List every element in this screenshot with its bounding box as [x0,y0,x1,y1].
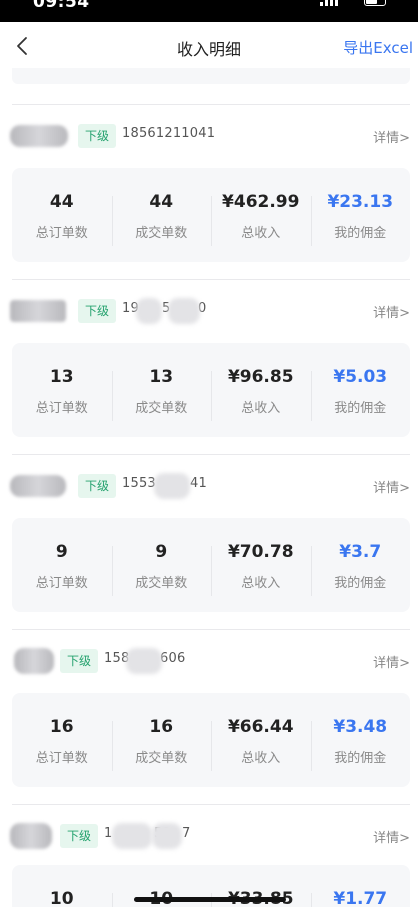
stat-my-commission: ¥3.7 我的佣金 [310,540,411,596]
stat-closed-orders: 16 成交单数 [111,715,212,771]
stat-total-orders: 10 [12,887,112,907]
income-record: 下级 1 52 7 详情> 10 10 ¥33.85 ¥1.77 [0,805,418,907]
detail-link[interactable]: 详情> [373,127,410,146]
stat-total-income: ¥66.44 总收入 [211,715,311,771]
my-commission-value: ¥23.13 [327,191,394,212]
my-commission-label: 我的佣金 [334,750,387,766]
phone-number-end: 606 [160,651,186,666]
status-time: 09:54 [33,0,90,12]
income-record: 下级 158 606 详情> 16 总订单数 16 成交单数 ¥66.44 总收入 ¥… [0,630,418,790]
signal-icon [320,0,338,6]
my-commission-label: 我的佣金 [334,575,387,591]
avatar [10,125,68,147]
phone-mask [136,298,162,324]
stat-my-commission: ¥3.48 我的佣金 [310,715,411,771]
total-income-value: ¥96.85 [227,366,294,387]
my-commission-label: 我的佣金 [334,225,387,241]
closed-orders-value: 16 [149,716,174,737]
phone-mask [152,823,182,849]
detail-link[interactable]: 详情> [373,477,410,496]
total-orders-value: 10 [49,889,74,907]
nav-bar: 收入明细 导出Excel [0,22,418,72]
closed-orders-value: 44 [149,191,174,212]
subordinate-tag: 下级 [60,824,99,848]
total-orders-value: 44 [49,191,74,212]
stat-total-income: ¥70.78 总收入 [211,540,311,596]
stat-closed-orders: 9 成交单数 [111,540,212,596]
stat-total-orders: 16 总订单数 [12,715,112,766]
home-indicator [134,897,286,902]
total-income-label: 总收入 [241,575,281,591]
total-orders-value: 9 [55,541,68,562]
total-orders-value: 16 [49,716,74,737]
subordinate-tag: 下级 [78,299,117,323]
avatar [10,475,66,497]
detail-link[interactable]: 详情> [373,827,410,846]
total-income-value: ¥66.44 [227,716,294,737]
back-arrow-icon[interactable] [12,35,34,57]
subordinate-tag: 下级 [78,124,117,148]
total-orders-value: 13 [49,366,74,387]
total-orders-label: 总订单数 [35,575,88,591]
my-commission-value: ¥5.03 [333,366,388,387]
phone-number-start: 1553 [122,476,156,491]
avatar [10,823,52,849]
total-orders-label: 总订单数 [35,400,88,416]
avatar [14,648,54,674]
stat-my-commission: ¥1.77 [310,887,411,907]
total-income-label: 总收入 [241,750,281,766]
avatar [10,300,66,322]
stat-total-orders: 13 总订单数 [12,365,112,416]
stats-card: 44 总订单数 44 成交单数 ¥462.99 总收入 ¥23.13 我的佣金 [12,168,410,262]
stat-total-income: ¥96.85 总收入 [211,365,311,421]
closed-orders-label: 成交单数 [135,575,188,591]
my-commission-value: ¥1.77 [333,889,388,907]
closed-orders-label: 成交单数 [135,225,188,241]
battery-icon [364,0,386,6]
total-income-label: 总收入 [241,225,281,241]
export-excel-button[interactable]: 导出Excel [343,37,413,58]
closed-orders-label: 成交单数 [135,750,188,766]
stat-total-income: ¥462.99 总收入 [211,190,311,246]
subordinate-tag: 下级 [78,474,117,498]
stats-card: 13 总订单数 13 成交单数 ¥96.85 总收入 ¥5.03 我的佣金 [12,343,410,437]
income-record: 下级 18561211041 详情> 44 总订单数 44 成交单数 ¥462.99… [0,105,418,265]
stat-closed-orders: 44 成交单数 [111,190,212,246]
detail-link[interactable]: 详情> [373,302,410,321]
phone-mask [112,823,152,849]
status-bar: 09:54 [0,0,418,22]
total-income-value: ¥70.78 [227,541,294,562]
closed-orders-label: 成交单数 [135,400,188,416]
stat-total-orders: 44 总订单数 [12,190,112,241]
income-record: 下级 1553 41 详情> 9 总订单数 9 成交单数 ¥70.78 总收入 ¥3.… [0,455,418,615]
stat-my-commission: ¥23.13 我的佣金 [310,190,411,246]
phone-mask [168,298,200,324]
my-commission-value: ¥3.7 [339,541,382,562]
stat-my-commission: ¥5.03 我的佣金 [310,365,411,421]
stats-card: 9 总订单数 9 成交单数 ¥70.78 总收入 ¥3.7 我的佣金 [12,518,410,612]
wifi-icon [344,0,358,5]
total-orders-label: 总订单数 [35,750,88,766]
my-commission-value: ¥3.48 [333,716,388,737]
status-icons [320,0,386,6]
stats-card: 16 总订单数 16 成交单数 ¥66.44 总收入 ¥3.48 我的佣金 [12,693,410,787]
subordinate-tag: 下级 [60,649,99,673]
closed-orders-value: 13 [149,366,174,387]
my-commission-label: 我的佣金 [334,400,387,416]
phone-number: 18561211041 [122,126,216,141]
income-record: 下级 19 5 0 详情> 13 总订单数 13 成交单数 ¥96.85 总收入 ¥5… [0,280,418,440]
phone-mask [154,473,190,499]
previous-stats-card-edge [12,68,410,84]
phone-mask [126,648,162,674]
stat-total-orders: 9 总订单数 [12,540,112,591]
phone-number-end: 7 [182,826,191,841]
detail-link[interactable]: 详情> [373,652,410,671]
total-income-label: 总收入 [241,400,281,416]
closed-orders-value: 9 [155,541,168,562]
stat-closed-orders: 13 成交单数 [111,365,212,421]
phone-number-end: 41 [190,476,207,491]
total-orders-label: 总订单数 [35,225,88,241]
total-income-value: ¥462.99 [222,191,300,212]
